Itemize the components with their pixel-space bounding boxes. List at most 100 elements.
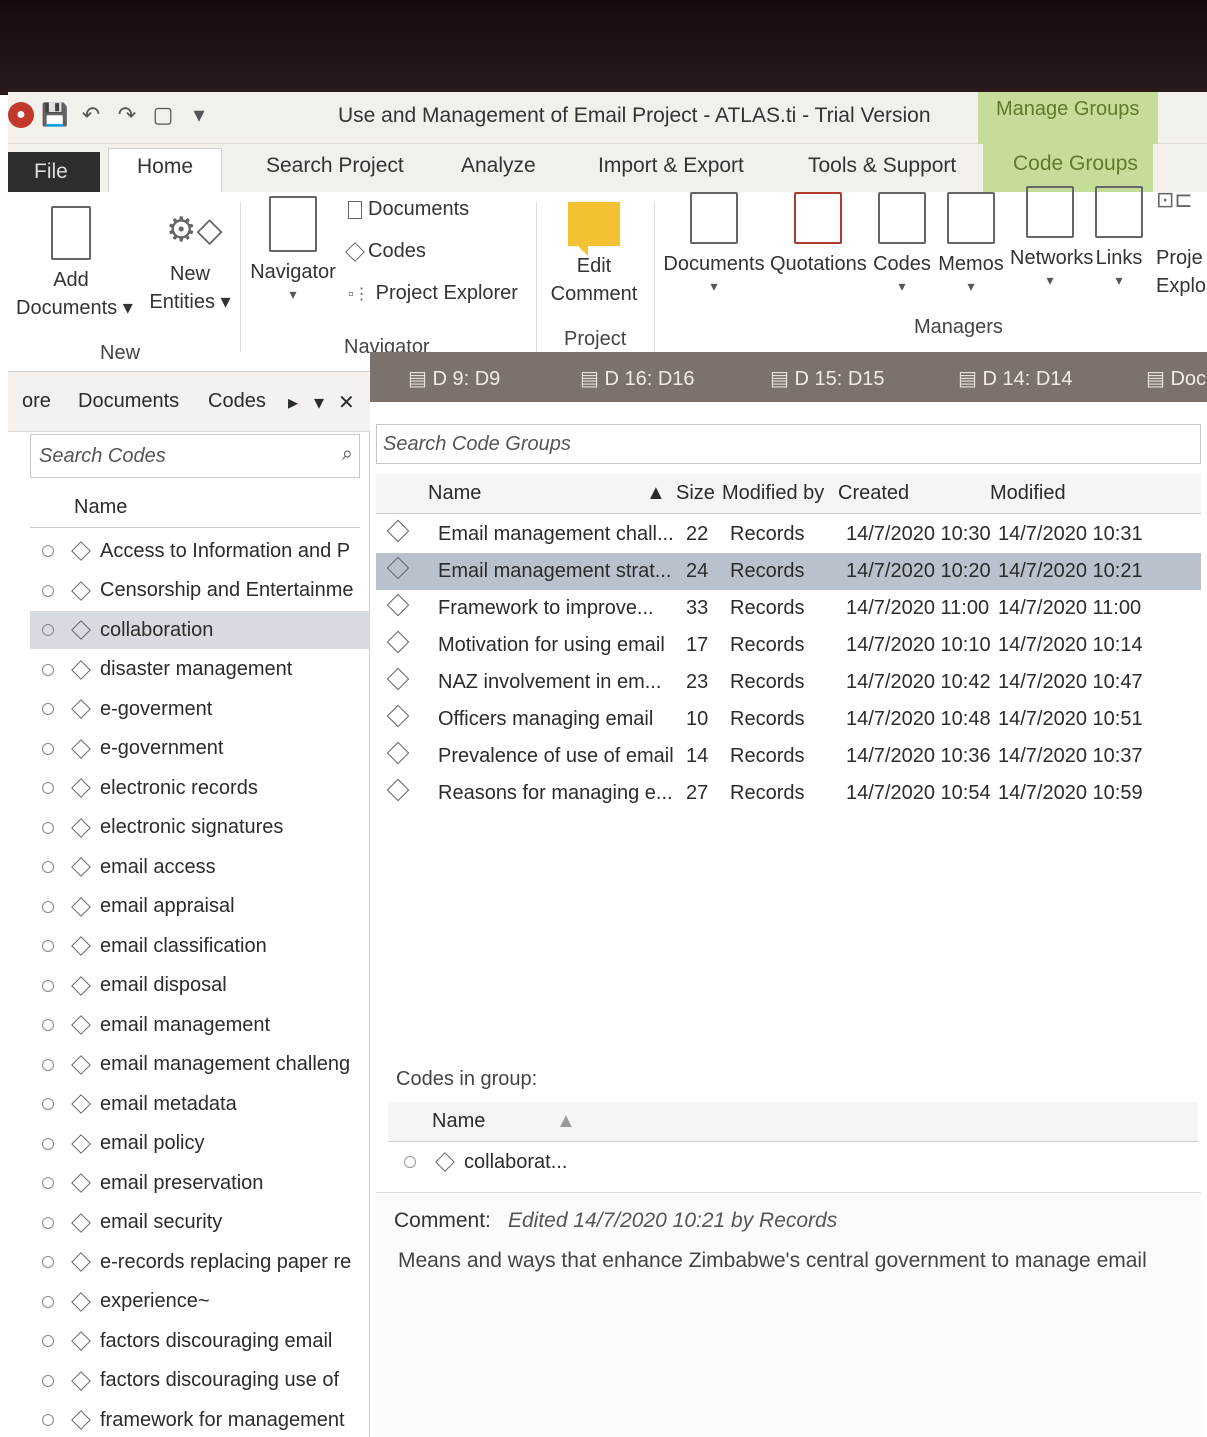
code-group-icon [386, 593, 410, 617]
memos-manager-button[interactable]: Memos ▾ [938, 192, 1004, 294]
redo-icon[interactable]: ↷ [112, 102, 142, 128]
ribbon: Add Documents ▾ ⚙◇ New Entities ▾ New Na… [8, 186, 1207, 372]
nav-codes-button[interactable]: Codes [345, 240, 426, 263]
column-created[interactable]: Created [838, 482, 909, 505]
column-modified[interactable]: Modified [990, 482, 1066, 505]
code-list-item[interactable]: email metadata [30, 1085, 370, 1123]
code-list-item[interactable]: experience~ [30, 1283, 370, 1321]
navigator-pane: ore Documents Codes ▸ ▾ ✕ Search Codes ⌕… [8, 372, 370, 1437]
tab-analyze[interactable]: Analyze [461, 154, 536, 178]
tab-documents[interactable]: Documents [78, 390, 179, 413]
context-tab-label: Manage Groups [996, 98, 1140, 120]
close-icon[interactable]: ✕ [338, 390, 355, 415]
column-size[interactable]: Size [676, 482, 715, 505]
new-entities-button[interactable]: ⚙◇ New Entities ▾ [142, 206, 238, 316]
nav-project-explorer-button[interactable]: ▫⋮ Project Explorer [348, 282, 518, 305]
undo-icon[interactable]: ↶ [76, 102, 106, 128]
save-icon[interactable]: 💾 [40, 102, 70, 128]
cell-name: Framework to improve... [438, 597, 654, 619]
edit-comment-button[interactable]: Edit Comment [544, 202, 644, 308]
code-icon [71, 1291, 91, 1312]
nav-documents-button[interactable]: Documents [348, 198, 469, 221]
code-icon [71, 778, 91, 798]
codes-in-group-row[interactable]: collaborat... [388, 1142, 1198, 1182]
code-name: email management [100, 1013, 271, 1036]
comment-pane[interactable]: Comment: Edited 14/7/2020 10:21 by Recor… [376, 1192, 1201, 1437]
code-list-item[interactable]: email policy [30, 1125, 370, 1163]
project-explorer-manager-button[interactable]: ⊡⊏ Proje Explo [1156, 186, 1207, 300]
doc-tab[interactable]: D 14: D14 [958, 366, 1072, 391]
column-name[interactable]: Name [428, 482, 481, 505]
code-list-item[interactable]: e-goverment [30, 690, 370, 728]
code-group-row[interactable]: Framework to improve... 33 Records 14/7/202… [376, 590, 1201, 627]
tab-home[interactable]: Home [108, 148, 223, 192]
code-list-item[interactable]: factors discouraging email [30, 1322, 370, 1360]
code-list-item[interactable]: Access to Information and P [30, 532, 370, 570]
search-codes-input[interactable]: Search Codes ⌕ [30, 434, 360, 478]
atlas-logo-icon: ● [8, 102, 34, 128]
code-name: email policy [100, 1132, 205, 1154]
quotations-manager-button[interactable]: Quotations [770, 192, 867, 278]
codes-manager-button[interactable]: Codes ▾ [872, 192, 932, 294]
code-list-item[interactable]: factors discouraging use of [30, 1362, 370, 1400]
cell-modified: 14/7/2020 10:14 [998, 634, 1143, 656]
chevron-down-icon[interactable]: ▾ [314, 390, 324, 415]
code-list-item[interactable]: email access [30, 848, 370, 886]
column-modified-by[interactable]: Modified by [722, 482, 824, 505]
code-list-item[interactable]: e-records replacing paper re [30, 1243, 370, 1281]
networks-manager-button[interactable]: Networks ▾ [1010, 186, 1093, 288]
memos-manager-icon [947, 192, 995, 244]
cell-name: Reasons for managing e... [438, 782, 673, 804]
navigator-button[interactable]: Navigator ▾ [248, 196, 338, 302]
code-list-item[interactable]: e-government [30, 730, 370, 768]
tab-tools-support[interactable]: Tools & Support [808, 154, 956, 178]
code-list-item[interactable]: disaster management [30, 651, 370, 689]
code-list-item[interactable]: collaboration [30, 611, 370, 649]
code-list-item[interactable]: email security [30, 1204, 370, 1242]
code-list-item[interactable]: email classification [30, 927, 370, 965]
codes-column-header[interactable]: Name [30, 488, 360, 528]
window-layout-icon[interactable]: ▢ [148, 102, 178, 128]
doc-tab[interactable]: D 15: D15 [770, 366, 884, 391]
customize-toolbar-icon[interactable]: ▾ [184, 102, 214, 128]
search-icon[interactable]: ⌕ [342, 443, 353, 466]
code-list-item[interactable]: email appraisal [30, 888, 370, 926]
doc-tab[interactable]: Doc [1146, 366, 1206, 391]
code-group-row[interactable]: Officers managing email 10 Records 14/7/202… [376, 701, 1201, 738]
tab-code-groups[interactable]: Code Groups [983, 144, 1153, 192]
navigator-dropdown-icon: ▾ [289, 286, 297, 302]
cell-modified-by: Records [730, 560, 805, 582]
code-list-item[interactable]: Censorship and Entertainme [30, 572, 370, 610]
tab-file[interactable]: File [8, 152, 100, 192]
links-manager-button[interactable]: Links ▾ [1094, 186, 1144, 288]
documents-manager-button[interactable]: Documents ▾ [662, 192, 766, 294]
doc-tab[interactable]: D 9: D9 [408, 366, 500, 391]
new-entities-label-2: Entities ▾ [149, 291, 231, 313]
doc-tab[interactable]: D 16: D16 [580, 366, 694, 391]
code-list-item[interactable]: email management [30, 1006, 370, 1044]
code-radio-icon [42, 742, 54, 755]
search-code-groups-input[interactable]: Search Code Groups [376, 424, 1201, 464]
code-group-row[interactable]: Email management strat... 24 Records 14/7/2… [376, 553, 1201, 590]
code-list-item[interactable]: electronic signatures [30, 809, 370, 847]
tab-codes[interactable]: Codes [208, 390, 266, 413]
code-icon [71, 580, 91, 601]
code-list-item[interactable]: electronic records [30, 769, 370, 807]
add-documents-button[interactable]: Add Documents ▾ [16, 206, 133, 322]
chevron-right-icon[interactable]: ▸ [288, 390, 298, 415]
code-list-item[interactable]: email disposal [30, 967, 370, 1005]
code-group-row[interactable]: NAZ involvement in em... 23 Records 14/7/20… [376, 664, 1201, 701]
tab-explore[interactable]: ore [22, 390, 51, 413]
code-list-item[interactable]: email preservation [30, 1164, 370, 1202]
tab-import-export[interactable]: Import & Export [598, 154, 744, 178]
code-group-row[interactable]: Prevalence of use of email 14 Records 14/7/… [376, 738, 1201, 775]
code-list-item[interactable]: email management challeng [30, 1046, 370, 1084]
navigator-tabs: ore Documents Codes ▸ ▾ ✕ [8, 372, 370, 432]
column-name[interactable]: Name [432, 1110, 485, 1133]
tab-search-project[interactable]: Search Project [266, 154, 404, 178]
code-group-row[interactable]: Email management chall... 22 Records 14/7/2… [376, 516, 1201, 553]
code-group-row[interactable]: Motivation for using email 17 Records 14/7/… [376, 627, 1201, 664]
cell-modified-by: Records [730, 708, 805, 730]
code-list-item[interactable]: framework for management [30, 1401, 370, 1437]
code-group-row[interactable]: Reasons for managing e... 27 Records 14/7/2… [376, 775, 1201, 812]
